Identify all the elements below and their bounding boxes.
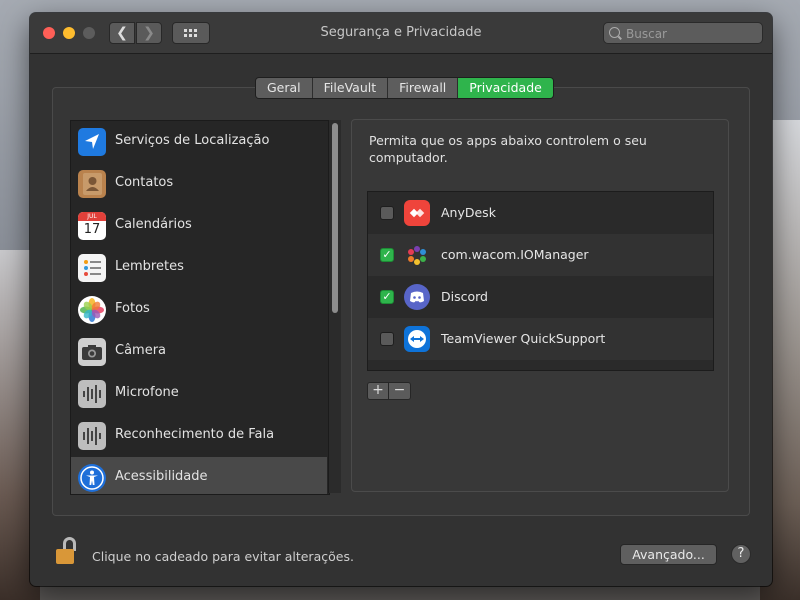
remove-app-button[interactable]: − (389, 382, 411, 400)
title-bar: ❮ ❯ Segurança e Privacidade (30, 13, 772, 54)
forward-button[interactable]: ❯ (136, 22, 162, 44)
discord-icon (404, 284, 430, 310)
grid-icon (184, 29, 187, 32)
app-row-teamviewer[interactable]: TeamViewer QuickSupport (368, 318, 713, 360)
sidebar-item-calendars[interactable]: JUL 17 Calendários (71, 205, 327, 247)
sidebar-item-reminders[interactable]: Lembretes (71, 247, 327, 289)
photos-icon (78, 296, 106, 324)
app-name: AnyDesk (441, 205, 496, 220)
tab-privacidade[interactable]: Privacidade (458, 78, 553, 98)
sidebar-item-label: Microfone (115, 385, 179, 400)
sidebar-item-label: Contatos (115, 175, 174, 190)
privacy-category-list: Serviços de Localização Contatos JUL 17 … (70, 120, 330, 495)
app-row-anydesk[interactable]: AnyDesk (368, 192, 713, 234)
search-icon (609, 27, 620, 38)
app-checkbox-teamviewer[interactable] (380, 332, 394, 346)
accessibility-icon (78, 464, 106, 492)
sidebar-scrollbar[interactable] (328, 120, 341, 493)
lock-body (56, 549, 74, 564)
grid-icon-dot (189, 29, 192, 32)
back-button[interactable]: ❮ (109, 22, 135, 44)
sidebar-item-contacts[interactable]: Contatos (71, 163, 327, 205)
calendar-icon: JUL 17 (78, 212, 106, 240)
app-name: com.wacom.IOManager (441, 247, 589, 262)
tab-filevault[interactable]: FileVault (312, 78, 389, 98)
wacom-icon (404, 242, 430, 268)
tab-geral[interactable]: Geral (256, 78, 313, 98)
sidebar-item-photos[interactable]: Fotos (71, 289, 327, 331)
sidebar-item-microphone[interactable]: Microfone (71, 373, 327, 415)
app-row-discord[interactable]: ✓ Discord (368, 276, 713, 318)
app-name: Discord (441, 289, 488, 304)
sidebar-item-label: Acessibilidade (115, 469, 208, 484)
location-icon (78, 128, 106, 156)
sidebar-item-label: Fotos (115, 301, 150, 316)
security-privacy-window: ❮ ❯ Segurança e Privacidade Geral FileVa… (30, 13, 772, 586)
search-input[interactable] (624, 23, 760, 45)
microphone-icon (78, 380, 106, 408)
reminders-icon (78, 254, 106, 282)
close-window-button[interactable] (43, 27, 55, 39)
scrollbar-thumb[interactable] (332, 123, 338, 313)
search-field[interactable] (603, 22, 763, 45)
chevron-left-icon: ❮ (116, 25, 128, 41)
app-row-wacom[interactable]: ✓ com.wacom.IOManager (368, 234, 713, 276)
grid-icon-dot (194, 34, 197, 37)
panel-description: Permita que os apps abaixo controlem o s… (369, 133, 647, 165)
teamviewer-icon (404, 326, 430, 352)
app-checkbox-wacom[interactable]: ✓ (380, 248, 394, 262)
speech-recognition-icon (78, 422, 106, 450)
grid-icon-dot (189, 34, 192, 37)
help-button[interactable]: ? (731, 544, 751, 564)
grid-icon-dot (184, 34, 187, 37)
anydesk-icon (404, 200, 430, 226)
app-checkbox-anydesk[interactable] (380, 206, 394, 220)
minimize-window-button[interactable] (63, 27, 75, 39)
lock-icon[interactable] (54, 536, 80, 568)
sidebar-item-camera[interactable]: Câmera (71, 331, 327, 373)
grid-icon-dot (194, 29, 197, 32)
sidebar-item-label: Reconhecimento de Fala (115, 427, 275, 442)
advanced-button[interactable]: Avançado... (620, 544, 717, 565)
tab-bar: Geral FileVault Firewall Privacidade (255, 77, 554, 99)
sidebar-item-accessibility[interactable]: Acessibilidade (71, 457, 327, 494)
zoom-window-button[interactable] (83, 27, 95, 39)
contacts-icon (78, 170, 106, 198)
calendar-day-label: 17 (83, 222, 101, 237)
sidebar-item-location-services[interactable]: Serviços de Localização (71, 121, 327, 163)
sidebar-item-label: Calendários (115, 217, 192, 232)
app-checkbox-discord[interactable]: ✓ (380, 290, 394, 304)
chevron-right-icon: ❯ (143, 25, 155, 41)
lock-status-text: Clique no cadeado para evitar alterações… (92, 549, 354, 564)
add-remove-controls: + − (367, 382, 411, 400)
window-title: Segurança e Privacidade (320, 25, 482, 40)
app-list: AnyDesk ✓ com.wacom.IOManager ✓ Discord (367, 191, 714, 371)
show-all-button[interactable] (172, 22, 210, 44)
app-name: TeamViewer QuickSupport (441, 331, 606, 346)
sidebar-item-label: Serviços de Localização (115, 133, 270, 148)
sidebar-item-label: Câmera (115, 343, 167, 358)
calendar-month-label: JUL (78, 212, 106, 221)
sidebar-item-speech-recognition[interactable]: Reconhecimento de Fala (71, 415, 327, 457)
camera-icon (78, 338, 106, 366)
sidebar-item-label: Lembretes (115, 259, 184, 274)
tab-firewall[interactable]: Firewall (388, 78, 459, 98)
add-app-button[interactable]: + (367, 382, 389, 400)
